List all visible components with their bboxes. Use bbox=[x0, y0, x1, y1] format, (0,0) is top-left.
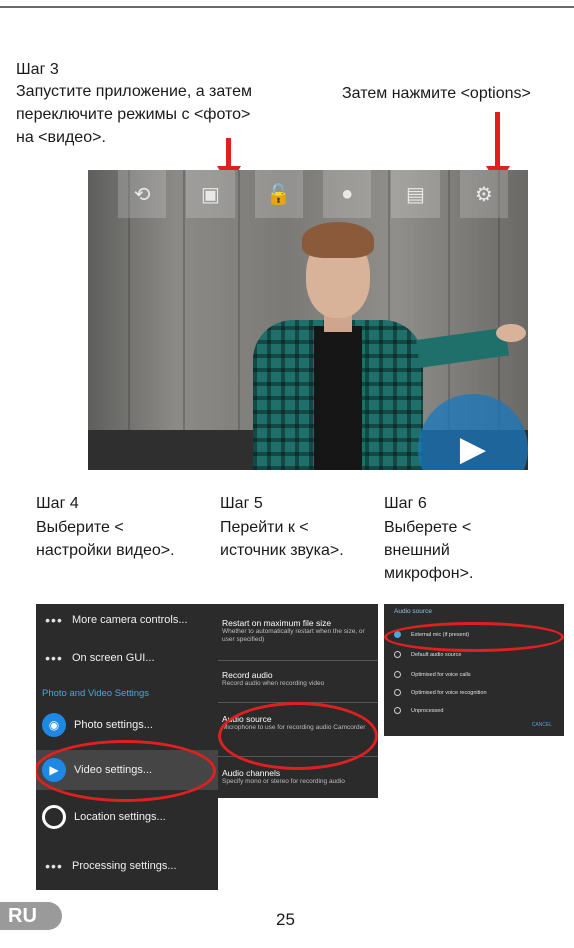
step6-title: Шаг 6 bbox=[384, 495, 427, 512]
option-label: Default audio source bbox=[411, 651, 462, 658]
radio-option-voice-calls[interactable]: Optimised for voice calls bbox=[394, 671, 471, 678]
setting-subtitle: Specify mono or stereo for recording aud… bbox=[222, 778, 345, 785]
step3-text: Запустите приложение, а затем переключит… bbox=[16, 83, 252, 146]
option-label: Optimised for voice recognition bbox=[411, 689, 487, 696]
setting-restart-max-size[interactable]: Restart on maximum file size Whether to … bbox=[222, 618, 372, 644]
setting-title: Record audio bbox=[222, 670, 273, 680]
more-dots-icon: ••• bbox=[45, 650, 63, 666]
record-video-icon[interactable]: ▶ bbox=[418, 394, 528, 470]
radio-option-voice-recognition[interactable]: Optimised for voice recognition bbox=[394, 689, 487, 696]
top-rule bbox=[0, 6, 574, 8]
radio-icon bbox=[394, 651, 401, 658]
camera-icon: ◉ bbox=[42, 713, 66, 737]
flash-icon[interactable]: ● bbox=[322, 170, 372, 218]
step5-text: Перейти к < источник звука>. bbox=[220, 519, 344, 559]
location-target-icon bbox=[42, 805, 66, 829]
step5-title: Шаг 5 bbox=[220, 495, 263, 512]
person-hair bbox=[302, 222, 374, 258]
highlight-ring bbox=[384, 622, 564, 652]
audio-source-dialog-screenshot: Audio source External mic (if present) D… bbox=[384, 604, 564, 736]
audio-settings-screenshot: Restart on maximum file size Whether to … bbox=[218, 604, 378, 798]
page-number: 25 bbox=[276, 910, 295, 929]
menu-item-label: More camera controls... bbox=[72, 614, 188, 626]
rotate-camera-icon[interactable]: ⟲ bbox=[118, 170, 167, 218]
settings-gear-icon[interactable]: ⚙ bbox=[459, 170, 508, 218]
more-dots-icon: ••• bbox=[45, 858, 63, 874]
divider bbox=[218, 660, 378, 661]
person-hand bbox=[496, 324, 526, 342]
option-label: Optimised for voice calls bbox=[411, 671, 471, 678]
menu-item-photo-settings[interactable]: ◉ Photo settings... bbox=[36, 708, 218, 742]
radio-icon bbox=[394, 707, 401, 714]
radio-icon bbox=[394, 689, 401, 696]
step4-text: Выберите < настройки видео>. bbox=[36, 519, 175, 559]
option-label: Unprocessed bbox=[411, 707, 444, 714]
menu-item-location-settings[interactable]: Location settings... bbox=[36, 800, 218, 834]
setting-subtitle: Whether to automatically restart when th… bbox=[222, 628, 365, 643]
settings-menu-screenshot: ••• More camera controls... ••• On scree… bbox=[36, 604, 218, 890]
menu-item-label: Location settings... bbox=[74, 811, 166, 823]
highlight-ring bbox=[218, 702, 378, 770]
menu-item-processing-settings[interactable]: ••• Processing settings... bbox=[36, 850, 218, 882]
more-dots-icon: ••• bbox=[45, 612, 63, 628]
menu-item-label: Processing settings... bbox=[72, 860, 177, 872]
radio-option-unprocessed[interactable]: Unprocessed bbox=[394, 707, 443, 714]
highlight-ring bbox=[36, 740, 216, 802]
gallery-icon[interactable]: ▤ bbox=[391, 170, 440, 218]
step6-text: Выберете < внешний микрофон>. bbox=[384, 519, 474, 582]
cancel-button[interactable]: CANCEL bbox=[532, 722, 552, 728]
setting-subtitle: Record audio when recording video bbox=[222, 680, 325, 687]
category-header: Photo and Video Settings bbox=[42, 688, 150, 699]
setting-title: Restart on maximum file size bbox=[222, 618, 332, 628]
radio-icon bbox=[394, 671, 401, 678]
dialog-title: Audio source bbox=[394, 608, 432, 615]
camera-toolbar: ⟲ ▣ 🔓 ● ▤ ⚙ bbox=[118, 170, 528, 218]
photo-video-switch-icon[interactable]: ▣ bbox=[186, 170, 235, 218]
step3-options-text: Затем нажмите <options> bbox=[342, 85, 531, 102]
step3-title: Шаг 3 bbox=[16, 61, 59, 78]
setting-audio-channels[interactable]: Audio channels Specify mono or stereo fo… bbox=[222, 768, 372, 786]
menu-item-label: Photo settings... bbox=[74, 719, 153, 731]
menu-item-label: On screen GUI... bbox=[72, 652, 155, 664]
menu-item-on-screen-gui[interactable]: ••• On screen GUI... bbox=[36, 644, 218, 672]
menu-item-more-camera-controls[interactable]: ••• More camera controls... bbox=[36, 606, 218, 634]
language-badge: RU bbox=[0, 902, 62, 930]
radio-option-default[interactable]: Default audio source bbox=[394, 651, 461, 658]
step4-title: Шаг 4 bbox=[36, 495, 79, 512]
setting-record-audio[interactable]: Record audio Record audio when recording… bbox=[222, 670, 372, 688]
lock-icon[interactable]: 🔓 bbox=[254, 170, 303, 218]
camera-screenshot: ⟲ ▣ 🔓 ● ▤ ⚙ ▶ bbox=[88, 170, 528, 470]
person-tshirt bbox=[314, 326, 362, 470]
